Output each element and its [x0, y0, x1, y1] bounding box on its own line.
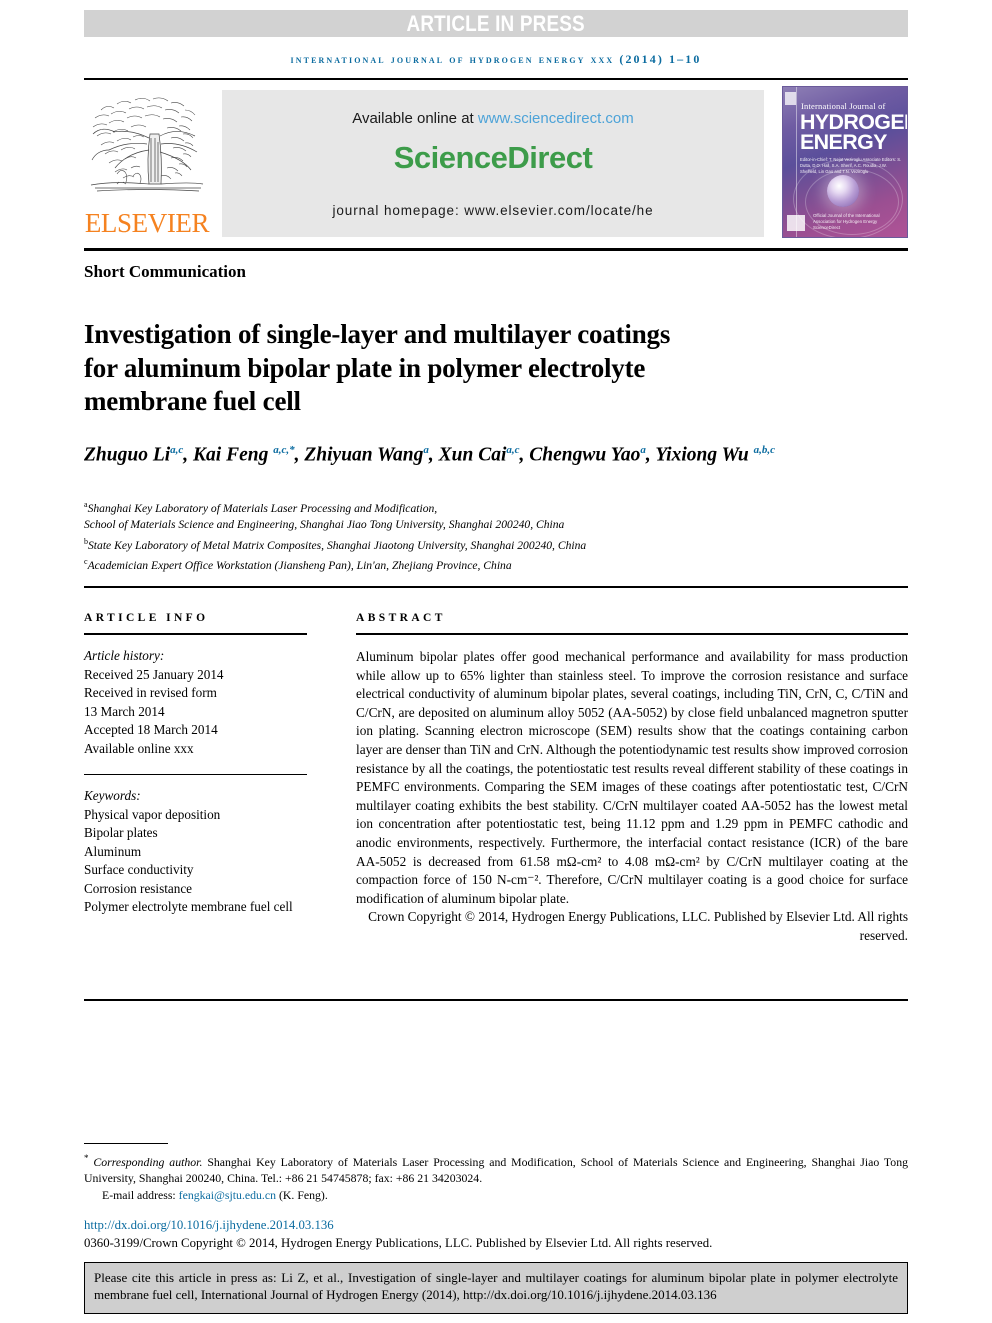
article-history-label: Article history: [84, 648, 165, 663]
issn-copyright-line: 0360-3199/Crown Copyright © 2014, Hydrog… [84, 1236, 713, 1250]
abstract-copyright: Crown Copyright © 2014, Hydrogen Energy … [368, 909, 908, 943]
elsevier-wordmark: ELSEVIER [84, 208, 210, 238]
rule-masthead [84, 248, 908, 251]
cover-iahe-badge-icon [787, 215, 805, 231]
masthead: ELSEVIER Available online at www.science… [84, 86, 908, 240]
cover-sphere-graphic [827, 175, 859, 207]
journal-cover-image: International Journal of HYDROGEN ENERGY… [782, 86, 908, 238]
corresponding-author-text: Shanghai Key Laboratory of Materials Las… [84, 1154, 909, 1186]
affiliation-mark: a [84, 500, 88, 509]
cover-elsevier-mark-icon [785, 92, 796, 105]
cover-title-energy: ENERGY [800, 131, 887, 154]
affiliation-line: School of Materials Science and Engineer… [84, 518, 565, 532]
rule-pre-info [84, 586, 908, 588]
article-history-item: Accepted 18 March 2014 [84, 722, 218, 737]
available-online-prefix: Available online at [352, 110, 478, 127]
author-name: Zhuguo Li [84, 444, 171, 466]
doi-link[interactable]: http://dx.doi.org/10.1016/j.ijhydene.201… [84, 1218, 334, 1233]
article-history-lines: Received 25 January 2014 Received in revi… [84, 666, 307, 759]
cover-editors-text: Editor-in-Chief: T. Nejat Veziroglu Asso… [800, 157, 902, 174]
email-suffix: (K. Feng). [276, 1187, 328, 1202]
rule-post-abstract [84, 999, 908, 1001]
email-note: E-mail address: fengkai@sjtu.edu.cn (K. … [102, 1187, 908, 1203]
corresponding-author-label: Corresponding author. [93, 1154, 203, 1169]
affiliation-mark: c [84, 556, 88, 566]
author-name: Zhiyuan Wang [304, 444, 424, 466]
keyword-item[interactable]: Physical vapor deposition [84, 806, 307, 825]
footnote-rule [84, 1143, 168, 1144]
keywords-lines: Physical vapor deposition Bipolar plates A… [84, 806, 307, 917]
sciencedirect-url[interactable]: www.sciencedirect.com [478, 110, 634, 127]
abstract-body: Aluminum bipolar plates offer good mecha… [356, 649, 908, 906]
article-first-page: ARTICLE IN PRESS INTERNATIONAL JOURNAL O… [0, 0, 992, 1323]
article-history-item: Received 25 January 2014 [84, 666, 224, 682]
author-affiliation-mark: a [423, 444, 429, 456]
affiliation-line: aShanghai Key Laboratory of Materials La… [84, 500, 438, 515]
article-history-item: Available online xxx [84, 740, 194, 756]
author-affiliation-mark: a,b,c [753, 444, 775, 456]
author-affiliation-mark: a,c [506, 444, 520, 456]
article-type-label: Short Communication [84, 262, 246, 281]
keyword-item[interactable]: Aluminum [84, 843, 307, 862]
article-in-press-banner: ARTICLE IN PRESS [84, 10, 908, 37]
article-info-column: ARTICLE INFO Article history: Received 2… [84, 612, 307, 917]
keyword-item[interactable]: Surface conductivity [84, 861, 307, 880]
author-name: Yixiong Wu [655, 444, 754, 466]
author-affiliation-mark: a [640, 444, 646, 456]
affiliation-mark: b [84, 536, 88, 546]
abstract-rule [356, 633, 908, 635]
cite-this-article-text: Please cite this article in press as: Li… [94, 1270, 898, 1303]
elsevier-tree-icon [87, 88, 207, 206]
author-name: Xun Cai [438, 444, 507, 466]
sciencedirect-logo[interactable]: ScienceDirect [222, 140, 764, 176]
article-info-rule [84, 633, 307, 635]
author-list: Zhuguo Lia,c, Kai Feng a,c,*, Zhiyuan Wa… [84, 444, 775, 466]
author-affiliation-mark: a,c,* [273, 444, 295, 456]
author-name: Chengwu Yao [529, 444, 641, 466]
article-history-block: Article history: Received 25 January 201… [84, 647, 307, 758]
article-info-divider [84, 774, 307, 775]
affiliation-line: cAcademician Expert Office Workstation (… [84, 556, 512, 572]
abstract-column: ABSTRACT Aluminum bipolar plates offer g… [356, 612, 908, 946]
corresponding-author-note: * Corresponding author. Shanghai Key Lab… [84, 1150, 908, 1187]
rule-top [84, 78, 908, 80]
article-history-item: 13 March 2014 [84, 703, 165, 719]
sciencedirect-banner: Available online at www.sciencedirect.co… [222, 90, 764, 237]
abstract-heading: ABSTRACT [356, 612, 446, 624]
email-link[interactable]: fengkai@sjtu.edu.cn [179, 1188, 276, 1202]
cite-this-article-box: Please cite this article in press as: Li… [84, 1262, 908, 1314]
footnote-block: * Corresponding author. Shanghai Key Lab… [84, 1150, 908, 1203]
keyword-item[interactable]: Corrosion resistance [84, 880, 307, 899]
author-name: Kai Feng [193, 444, 274, 466]
keywords-block: Keywords: Physical vapor deposition Bipol… [84, 787, 307, 917]
asterisk-icon: * [84, 1153, 89, 1163]
available-online-line: Available online at www.sciencedirect.co… [222, 110, 764, 127]
keyword-item[interactable]: Polymer electrolyte membrane fuel cell [84, 898, 307, 917]
cover-footer-text: Official Journal of the International As… [813, 213, 880, 230]
email-label: E-mail address: [102, 1187, 179, 1202]
journal-homepage-line[interactable]: journal homepage: www.elsevier.com/locat… [222, 203, 764, 218]
page-title: Investigation of single-layer and multil… [84, 319, 671, 417]
affiliation-list: aShanghai Key Laboratory of Materials La… [84, 497, 874, 574]
article-history-item: Received in revised form [84, 685, 217, 700]
article-info-heading: ARTICLE INFO [84, 612, 209, 624]
journal-running-head: INTERNATIONAL JOURNAL OF HYDROGEN ENERGY… [290, 52, 702, 66]
author-affiliation-mark: a,c [170, 444, 184, 456]
elsevier-logo: ELSEVIER [84, 86, 210, 240]
cover-title-hydrogen: HYDROGEN [800, 111, 908, 134]
article-in-press-label: ARTICLE IN PRESS [406, 10, 586, 36]
affiliation-line: bState Key Laboratory of Metal Matrix Co… [84, 536, 587, 552]
keyword-item[interactable]: Bipolar plates [84, 824, 307, 843]
keywords-label: Keywords: [84, 788, 141, 803]
cover-title-small: International Journal of [801, 101, 886, 111]
